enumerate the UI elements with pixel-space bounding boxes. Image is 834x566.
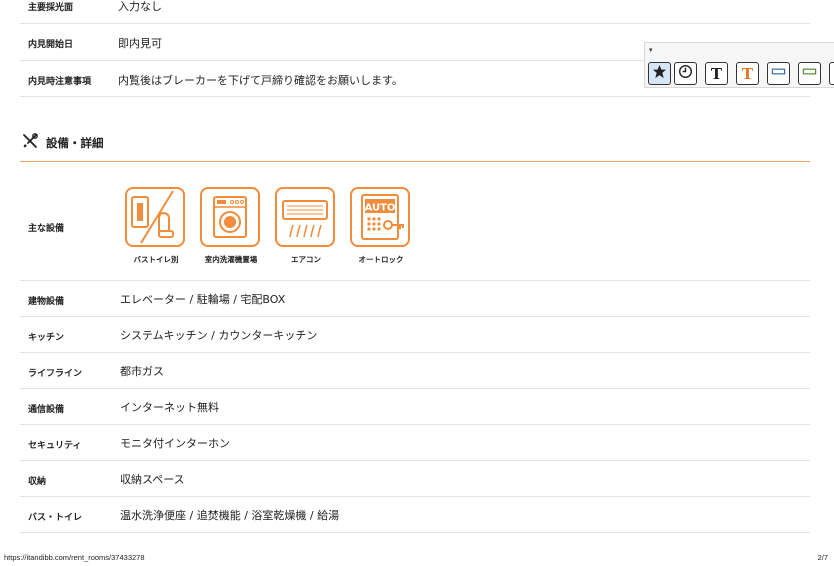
page-number: 2/7: [817, 553, 828, 562]
clock-tool-button[interactable]: [674, 62, 697, 85]
row-label: 内見開始日: [28, 40, 74, 50]
row-value: 即内見可: [118, 37, 162, 50]
star-icon: [652, 64, 667, 83]
row-label: 内見時注意事項: [28, 77, 92, 87]
row-value: 収納スペース: [120, 473, 185, 486]
row-value: 内覧後はブレーカーを下げて戸締り確認をお願いします。: [118, 74, 403, 87]
clock-icon: [678, 64, 693, 83]
row-label: 通信設備: [28, 405, 65, 415]
row-value: 温水洗浄便座 / 追焚機能 / 浴室乾燥機 / 給湯: [120, 509, 340, 522]
row-label: 主要採光面: [28, 3, 74, 13]
text-icon: T: [710, 64, 723, 83]
line-tool-button[interactable]: [767, 62, 790, 85]
auto-lock-icon: AUTO: [350, 187, 410, 247]
text-color-tool-button[interactable]: T: [736, 62, 759, 85]
row-label: バス・トイレ: [28, 513, 83, 523]
text-tool-button[interactable]: T: [705, 62, 728, 85]
detail-row-lifeline: ライフライン 都市ガス: [20, 352, 810, 389]
row-value: 入力なし: [118, 0, 162, 13]
bath-toilet-separate-icon: [125, 187, 185, 247]
tools-icon: [22, 133, 38, 153]
highlight-line-icon: [802, 64, 817, 83]
row-label: 収納: [28, 477, 47, 487]
row-label: ライフライン: [28, 369, 83, 379]
toolbar-collapse-icon[interactable]: ▾: [649, 46, 653, 54]
annotation-toolbar: ▾ T T: [644, 42, 834, 88]
star-tool-button[interactable]: [648, 62, 671, 85]
detail-row-building: 建物設備 エレベーター / 駐輪場 / 宅配BOX: [20, 280, 810, 317]
feature-caption: オートロック: [358, 255, 404, 264]
detail-row-kitchen: キッチン システムキッチン / カウンターキッチン: [20, 316, 810, 353]
row-value: インターネット無料: [120, 401, 219, 414]
row-value: エレベーター / 駐輪場 / 宅配BOX: [120, 293, 286, 306]
row-label: セキュリティ: [28, 441, 82, 451]
line-icon: [771, 64, 786, 83]
row-value: モニタ付インターホン: [120, 437, 230, 450]
section-title: 設備・詳細: [46, 136, 104, 150]
detail-row-bath-toilet: バス・トイレ 温水洗浄便座 / 追焚機能 / 浴室乾燥機 / 給湯: [20, 496, 810, 533]
section-heading: 設備・詳細: [22, 133, 104, 153]
text-color-icon: T: [741, 64, 754, 83]
highlight-line-tool-button[interactable]: [798, 62, 821, 85]
footer-url: https://itandibb.com/rent_rooms/37433278: [4, 553, 145, 562]
row-label: 主な設備: [28, 224, 65, 234]
detail-row-communication: 通信設備 インターネット無料: [20, 388, 810, 425]
info-row-lighting: 主要採光面 入力なし: [20, 0, 810, 24]
detail-row-security: セキュリティ モニタ付インターホン: [20, 424, 810, 461]
auto-lock-icon-text: AUTO: [365, 203, 396, 214]
row-value: 都市ガス: [120, 365, 164, 378]
row-value: システムキッチン / カウンターキッチン: [120, 329, 318, 342]
row-label: 建物設備: [28, 297, 65, 307]
more-tool-button[interactable]: [829, 62, 834, 85]
air-conditioner-icon: [275, 187, 335, 247]
detail-row-storage: 収納 収納スペース: [20, 460, 810, 497]
row-label: キッチン: [28, 333, 65, 343]
washing-machine-icon: [200, 187, 260, 247]
